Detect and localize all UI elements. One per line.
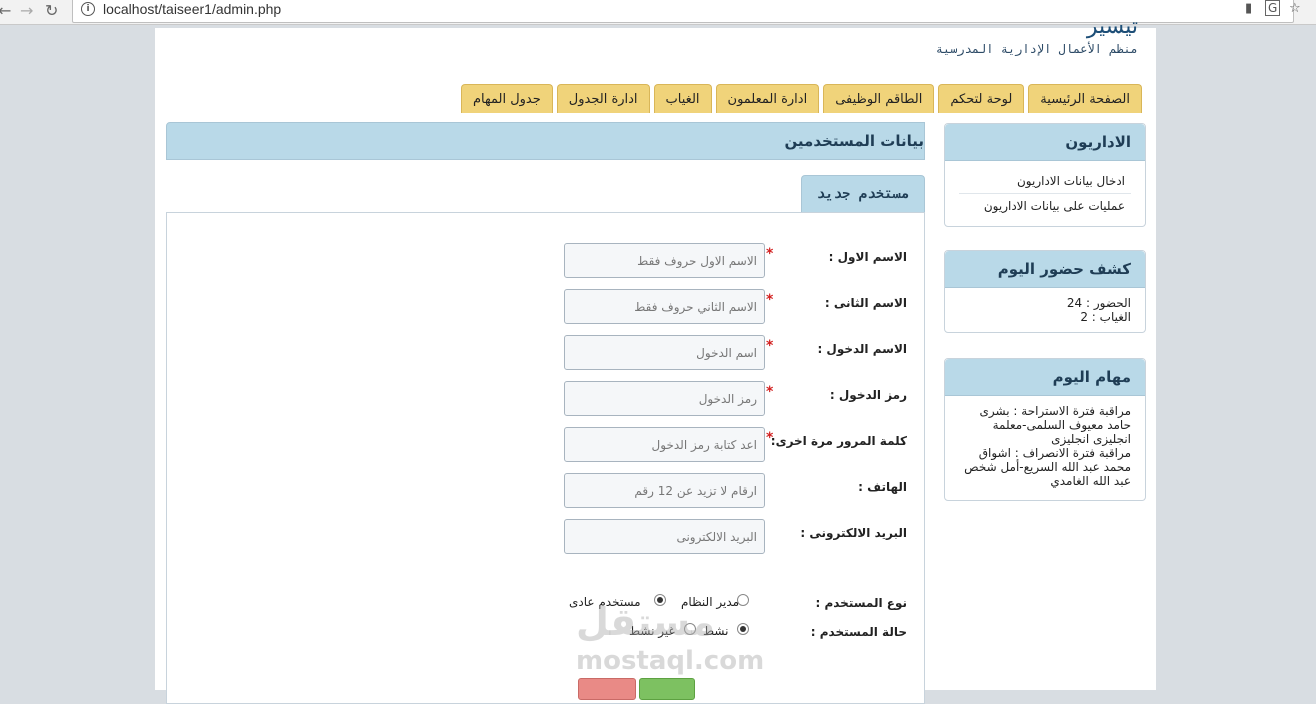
tab-tasks-table[interactable]: جدول المهام — [460, 84, 553, 113]
site-logo: تيسير — [1086, 14, 1138, 39]
username-input[interactable] — [564, 335, 765, 370]
sidebar-admins-box: الاداريون ادخال بيانات الاداريون عمليات … — [944, 123, 1146, 227]
confirm-password-label: كلمة المرور مرة اخرى: — [770, 434, 907, 448]
sidebar-tasks-box: مهام اليوم مراقبة فترة الاستراحة : بشرى … — [944, 358, 1146, 501]
main-nav-tabs: الصفحة الرئيسية لوحة لتحكم الطاقم الوظيف… — [460, 84, 1142, 113]
paint-roller-icon[interactable]: ▮ — [1245, 1, 1252, 16]
site-subtitle: منظم الأعمال الإدارية المدرسية — [935, 42, 1138, 56]
sidebar-attendance-title: كشف حضور اليوم — [945, 251, 1145, 288]
password-input[interactable] — [564, 381, 765, 416]
new-user-form: الاسم الاول : * الاسم الثانى : * الاسم ا… — [166, 212, 925, 704]
required-star: * — [766, 430, 774, 446]
phone-input[interactable] — [564, 473, 765, 508]
tab-absence[interactable]: الغياب — [653, 84, 712, 113]
tasks-list: مراقبة فترة الاستراحة : بشرى حامد معيوف … — [945, 396, 1145, 500]
watermark-url: mostaql.com — [576, 646, 765, 676]
task-line: مراقبة فترة الانصراف : اشواق — [978, 446, 1131, 460]
attendance-summary: الحضور : 24 الغياب : 2 — [945, 288, 1145, 332]
required-star: * — [766, 338, 774, 354]
first-name-label: الاسم الاول : — [828, 250, 907, 264]
email-input[interactable] — [564, 519, 765, 554]
bookmark-star-icon[interactable]: ☆ — [1289, 1, 1301, 16]
tab-teachers[interactable]: ادارة المعلمون — [715, 84, 820, 113]
required-star: * — [766, 246, 774, 262]
tab-dashboard[interactable]: لوحة لتحكم — [938, 84, 1025, 113]
info-icon[interactable]: i — [81, 2, 95, 16]
phone-label: الهاتف : — [858, 480, 907, 494]
first-name-input[interactable] — [564, 243, 765, 278]
users-section-header: بيانات المستخدمين — [166, 122, 925, 160]
submit-button[interactable] — [639, 678, 695, 700]
radio-active[interactable] — [737, 623, 749, 635]
tab-schedule-management[interactable]: ادارة الجدول — [556, 84, 650, 113]
attendance-absent: الغياب : 2 — [1080, 310, 1131, 324]
user-status-label: حالة المستخدم : — [810, 625, 907, 639]
watermark-logo: مستقل — [576, 600, 715, 644]
required-star: * — [766, 384, 774, 400]
password-label: رمز الدخول : — [829, 388, 907, 402]
sidebar-admins-links: ادخال بيانات الاداريون عمليات على بيانات… — [945, 161, 1145, 226]
tab-home[interactable]: الصفحة الرئيسية — [1028, 84, 1142, 113]
task-line: مراقبة فترة الاستراحة : بشرى — [979, 404, 1131, 418]
last-name-input[interactable] — [564, 289, 765, 324]
sidebar-link-admin-operations[interactable]: عمليات على بيانات الاداريون — [959, 194, 1131, 218]
task-line: انجليزى انجليزى — [1051, 432, 1131, 446]
cancel-button[interactable] — [578, 678, 636, 700]
task-line: حامد معيوف السلمى-معلمة — [992, 418, 1131, 432]
sidebar-link-add-admins[interactable]: ادخال بيانات الاداريون — [959, 169, 1131, 194]
username-label: الاسم الدخول : — [817, 342, 907, 356]
url-text[interactable]: localhost/taiseer1/admin.php — [103, 1, 281, 17]
page: تيسير منظم الأعمال الإدارية المدرسية الص… — [155, 14, 1156, 704]
attendance-present: الحضور : 24 — [1066, 296, 1131, 310]
translate-icon[interactable]: G — [1265, 0, 1281, 16]
sidebar-attendance-box: كشف حضور اليوم الحضور : 24 الغياب : 2 — [944, 250, 1146, 333]
email-label: البريد الالكترونى : — [800, 526, 907, 540]
reload-icon[interactable]: ↻ — [45, 1, 58, 20]
tab-new-user[interactable]: مستخدم جديد — [801, 175, 925, 212]
tab-staff[interactable]: الطاقم الوظيفى — [823, 84, 935, 113]
required-star: * — [766, 292, 774, 308]
back-icon[interactable]: ← — [0, 1, 11, 20]
last-name-label: الاسم الثانى : — [824, 296, 907, 310]
task-line: عبد الله الغامدي — [1050, 474, 1131, 488]
task-line: محمد عبد الله السريع-أمل شخص — [964, 460, 1131, 474]
users-section-title: بيانات المستخدمين — [784, 132, 924, 150]
forward-icon[interactable]: → — [20, 1, 33, 20]
sidebar-tasks-title: مهام اليوم — [945, 359, 1145, 396]
confirm-password-input[interactable] — [564, 427, 765, 462]
sidebar-admins-title: الاداريون — [945, 124, 1145, 161]
user-type-label: نوع المستخدم : — [815, 596, 907, 610]
